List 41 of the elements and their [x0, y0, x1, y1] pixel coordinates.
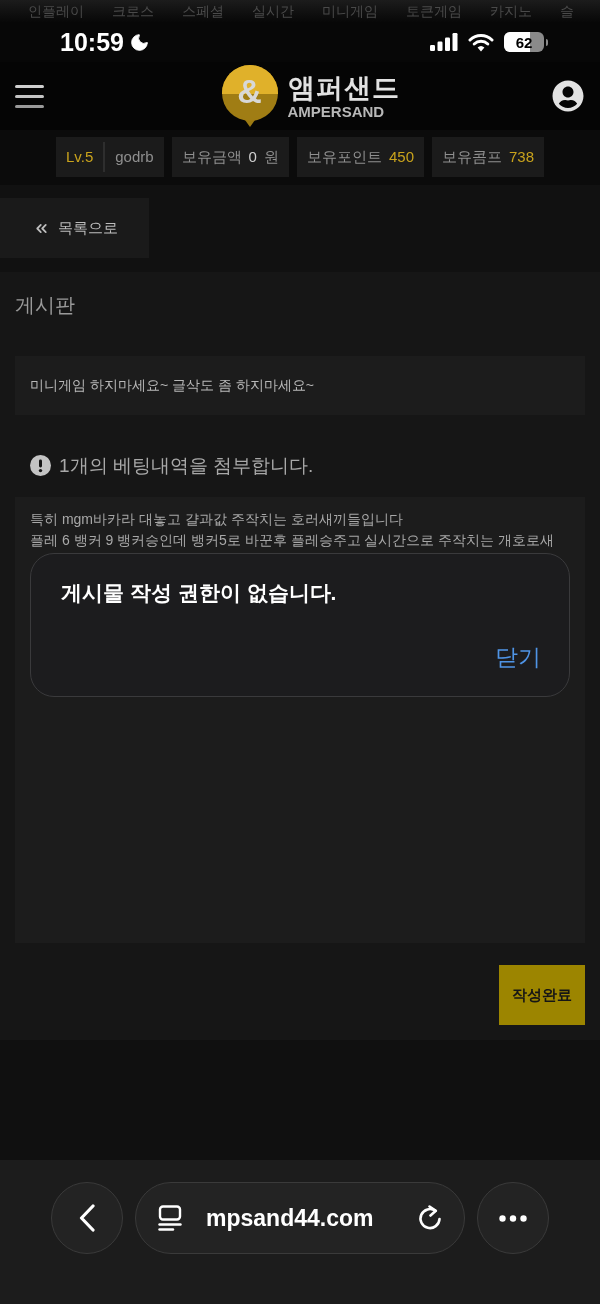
moon-icon	[128, 31, 150, 53]
url-text[interactable]: mpsand44.com	[206, 1200, 374, 1236]
dialog-message: 게시물 작성 권한이 없습니다.	[61, 580, 337, 606]
balance-label: 보유콤프	[442, 146, 502, 167]
wifi-icon	[468, 32, 494, 52]
balance-value: 738	[509, 146, 534, 167]
status-time: 10:59	[60, 29, 124, 55]
nav-link[interactable]: 슬	[560, 4, 574, 18]
balance-unit: 원	[263, 146, 279, 167]
menu-icon[interactable]	[15, 84, 44, 108]
nav-link[interactable]: 토큰게임	[406, 4, 462, 18]
close-button[interactable]: 닫기	[495, 643, 541, 671]
nav-link[interactable]: 카지노	[490, 4, 532, 18]
attachment-notice: 1개의 베팅내역을 첨부합니다.	[59, 455, 314, 475]
account-icon[interactable]	[552, 80, 584, 112]
balance-value: 450	[388, 146, 414, 167]
nav-link[interactable]: 스페셜	[182, 4, 224, 18]
signal-icon	[430, 33, 458, 51]
user-level: Lv.5	[66, 146, 94, 167]
alert-icon	[30, 454, 51, 476]
nav-link[interactable]: 인플레이	[28, 4, 84, 18]
address-bar[interactable]: mpsand44.com	[135, 1182, 465, 1254]
nav-link[interactable]: 크로스	[112, 4, 154, 18]
board-title: 게시판	[15, 293, 75, 318]
logo-title: 앰퍼샌드	[287, 72, 400, 104]
submit-button[interactable]: 작성완료	[499, 965, 585, 1025]
balance-label: 보유포인트	[306, 146, 382, 167]
nav-link[interactable]: 실시간	[252, 4, 294, 18]
username: godrb	[115, 146, 154, 167]
back-chevron-icon	[79, 1204, 95, 1232]
back-to-list-button[interactable]: 목록으로	[0, 198, 149, 258]
more-icon	[499, 1214, 527, 1222]
nav-link[interactable]: 미니게임	[322, 4, 378, 18]
battery-indicator: 62	[504, 32, 548, 52]
reload-icon[interactable]	[418, 1205, 442, 1231]
balance-label: 보유금액	[181, 146, 242, 167]
balance-value: 0	[248, 146, 257, 167]
page-menu-icon[interactable]	[158, 1205, 182, 1231]
logo-mark: &	[220, 65, 279, 127]
subject-field[interactable]: 미니게임 하지마세요~ 글삭도 좀 하지마세요~	[15, 356, 585, 415]
logo-subtitle: AMPERSAND	[287, 103, 385, 120]
